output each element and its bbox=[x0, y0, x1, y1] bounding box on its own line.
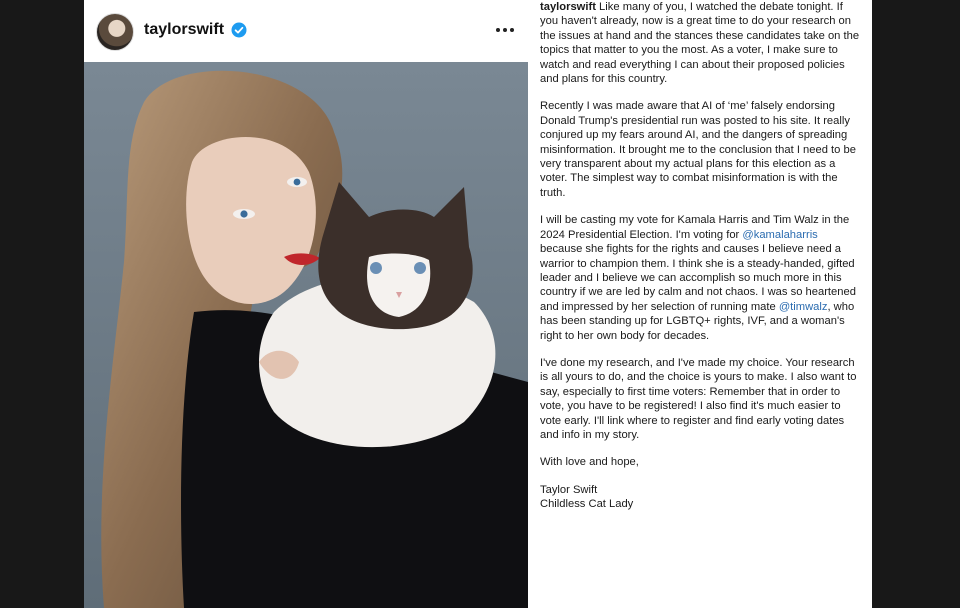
instagram-post: taylorswift taylorswift Like many of you… bbox=[84, 0, 872, 608]
caption-paragraph-1: taylorswift Like many of you, I watched … bbox=[540, 0, 862, 86]
post-photo[interactable] bbox=[84, 62, 528, 608]
caption-paragraph-5: With love and hope, bbox=[540, 456, 639, 469]
portrait-with-cat-illustration bbox=[84, 62, 528, 608]
verified-badge-icon bbox=[231, 22, 247, 38]
avatar[interactable] bbox=[96, 13, 134, 51]
caption-paragraph-4: I've done my research, and I've made my … bbox=[540, 356, 857, 441]
more-options-icon[interactable] bbox=[494, 22, 516, 38]
caption-username[interactable]: taylorswift bbox=[540, 1, 596, 13]
caption-text: Like many of you, I watched the debate t… bbox=[540, 1, 860, 86]
mention-link-timwalz[interactable]: @timwalz bbox=[779, 301, 828, 313]
caption-paragraph-2: Recently I was made aware that AI of ‘me… bbox=[540, 100, 856, 199]
signature-title: Childless Cat Lady bbox=[540, 498, 634, 511]
mention-link-kamalaharris[interactable]: @kamalaharris bbox=[742, 229, 817, 241]
username[interactable]: taylorswift bbox=[144, 21, 224, 39]
post-header: taylorswift bbox=[84, 0, 528, 62]
post-media-column: taylorswift bbox=[84, 0, 528, 608]
caption-signature: Taylor Swift Childless Cat Lady bbox=[540, 483, 862, 512]
screenshot-backdrop: taylorswift taylorswift Like many of you… bbox=[0, 0, 960, 608]
caption-paragraph-3: I will be casting my vote for Kamala Har… bbox=[540, 213, 862, 343]
signature-name: Taylor Swift bbox=[540, 483, 598, 496]
post-caption: taylorswift Like many of you, I watched … bbox=[540, 0, 862, 608]
